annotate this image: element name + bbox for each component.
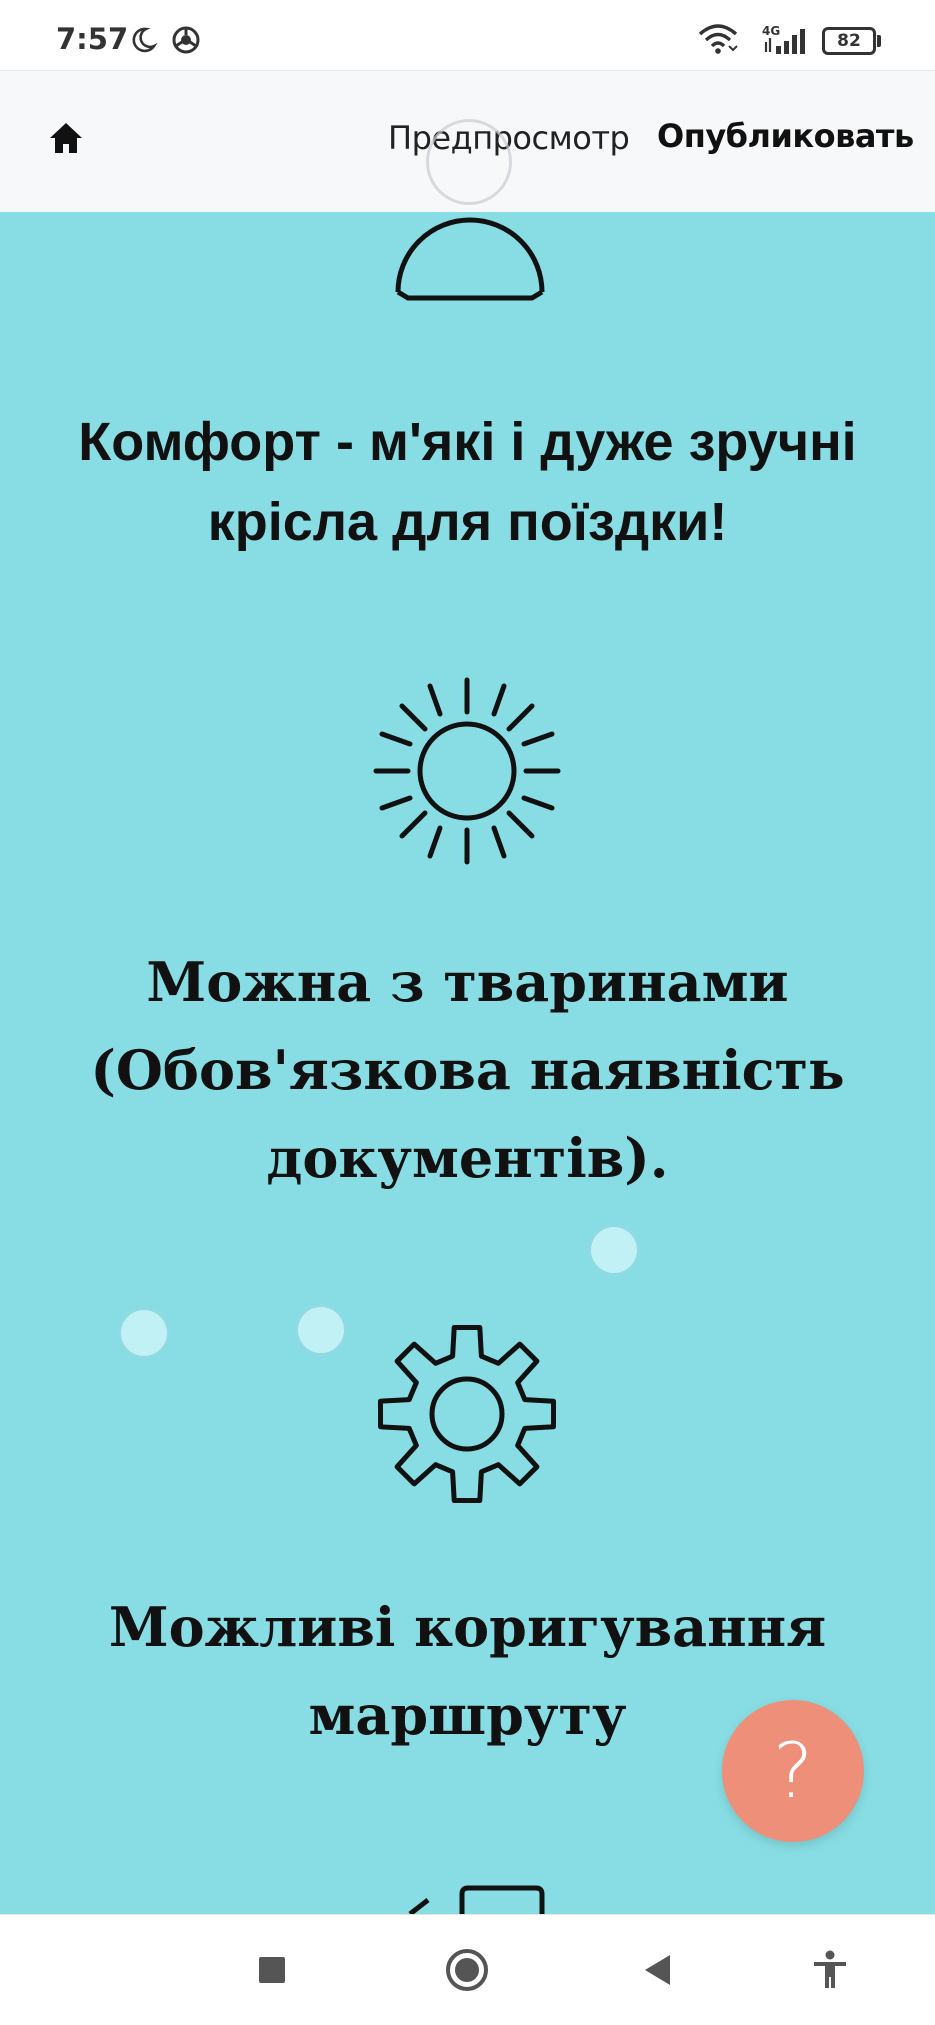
battery-icon: 82 — [822, 27, 876, 55]
status-time: 7:57 — [56, 22, 129, 56]
partial-icon — [408, 1885, 545, 1914]
accessibility-icon[interactable] — [805, 1945, 855, 1995]
feature-heading-pets: Можна з тваринами (Обов'язкова наявність… — [90, 950, 845, 1190]
touch-indicator — [588, 1224, 640, 1276]
gear-icon — [378, 1325, 556, 1503]
help-button[interactable]: ? — [722, 1700, 864, 1842]
sun-icon — [373, 677, 561, 865]
touch-indicator — [118, 1307, 170, 1359]
signal-icon — [764, 29, 805, 54]
battery-level: 82 — [837, 31, 861, 51]
back-triangle-icon[interactable] — [634, 1945, 684, 1995]
touch-indicator — [426, 119, 512, 205]
feature-heading-comfort: Комфорт - м'які і дуже зручні крісла для… — [78, 412, 857, 552]
recents-square-icon[interactable] — [247, 1945, 297, 1995]
wifi-icon — [698, 24, 738, 54]
chrome-icon — [172, 26, 200, 54]
touch-indicator — [295, 1304, 347, 1356]
battery-tip — [877, 35, 881, 47]
home-icon[interactable] — [44, 117, 88, 161]
moon-icon — [132, 27, 158, 53]
status-bar: 7:57 4G 82 — [0, 0, 935, 70]
home-circle-icon[interactable] — [442, 1945, 492, 1995]
publish-button[interactable]: Опубликовать — [657, 117, 914, 155]
dome-icon — [395, 217, 545, 301]
system-nav-bar — [0, 1914, 935, 2025]
